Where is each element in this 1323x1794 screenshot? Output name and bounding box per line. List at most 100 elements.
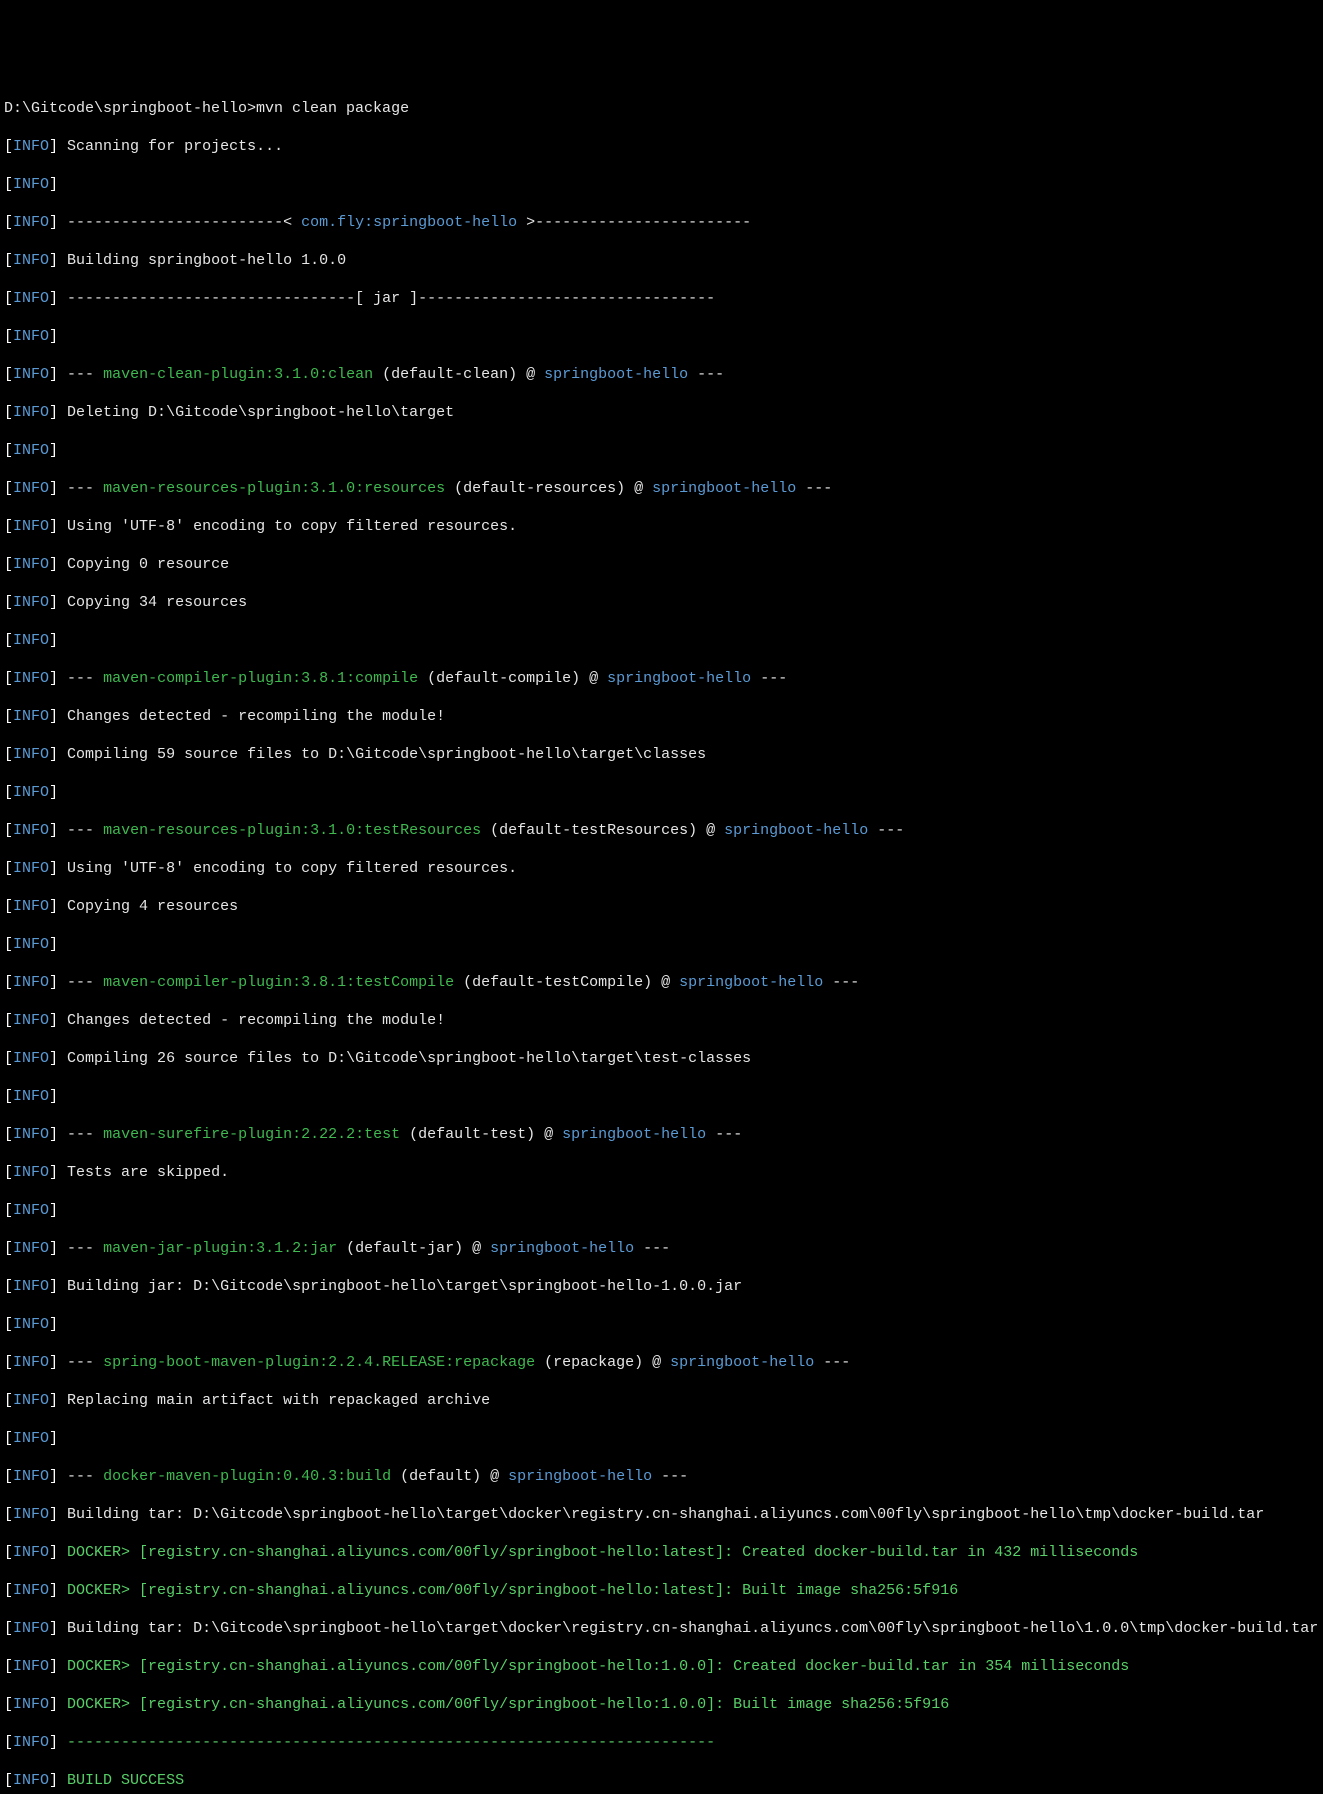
artifact-name: springboot-hello (508, 1468, 652, 1485)
info-tag: INFO (13, 1734, 49, 1751)
log-line: [INFO] DOCKER> [registry.cn-shanghai.ali… (4, 1581, 1319, 1600)
log-line: [INFO] DOCKER> [registry.cn-shanghai.ali… (4, 1657, 1319, 1676)
log-line: [INFO] (4, 327, 1319, 346)
info-tag: INFO (13, 1126, 49, 1143)
build-success: BUILD SUCCESS (67, 1772, 184, 1789)
plugin-name: maven-compiler-plugin:3.8.1:testCompile (103, 974, 454, 991)
info-tag: INFO (13, 480, 49, 497)
prompt-line: D:\Gitcode\springboot-hello>mvn clean pa… (4, 99, 1319, 118)
artifact-name: springboot-hello (679, 974, 823, 991)
log-line: [INFO] --- maven-resources-plugin:3.1.0:… (4, 821, 1319, 840)
plugin-name: maven-resources-plugin:3.1.0:resources (103, 480, 445, 497)
log-line: [INFO] Tests are skipped. (4, 1163, 1319, 1182)
docker-output: DOCKER> [registry.cn-shanghai.aliyuncs.c… (67, 1544, 1138, 1561)
info-tag: INFO (13, 1012, 49, 1029)
log-line: [INFO] Copying 4 resources (4, 897, 1319, 916)
plugin-name: spring-boot-maven-plugin:2.2.4.RELEASE:r… (103, 1354, 535, 1371)
info-tag: INFO (13, 936, 49, 953)
log-line: [INFO] DOCKER> [registry.cn-shanghai.ali… (4, 1695, 1319, 1714)
log-line: [INFO] (4, 783, 1319, 802)
info-tag: INFO (13, 1354, 49, 1371)
log-line: [INFO] Compiling 59 source files to D:\G… (4, 745, 1319, 764)
plugin-name: maven-compiler-plugin:3.8.1:compile (103, 670, 418, 687)
log-line: [INFO] (4, 631, 1319, 650)
log-line: [INFO] Building tar: D:\Gitcode\springbo… (4, 1505, 1319, 1524)
info-tag: INFO (13, 176, 49, 193)
docker-output: DOCKER> [registry.cn-shanghai.aliyuncs.c… (67, 1582, 958, 1599)
log-line: [INFO] Building springboot-hello 1.0.0 (4, 251, 1319, 270)
artifact-name: springboot-hello (724, 822, 868, 839)
artifact-name: springboot-hello (490, 1240, 634, 1257)
info-tag: INFO (13, 138, 49, 155)
log-line: [INFO] --- maven-compiler-plugin:3.8.1:t… (4, 973, 1319, 992)
log-line: [INFO] (4, 935, 1319, 954)
info-tag: INFO (13, 518, 49, 535)
docker-output: DOCKER> [registry.cn-shanghai.aliyuncs.c… (67, 1696, 949, 1713)
log-line: [INFO] Compiling 26 source files to D:\G… (4, 1049, 1319, 1068)
info-tag: INFO (13, 1772, 49, 1789)
info-tag: INFO (13, 784, 49, 801)
info-tag: INFO (13, 708, 49, 725)
log-line: [INFO] Using 'UTF-8' encoding to copy fi… (4, 859, 1319, 878)
log-line: [INFO] --- docker-maven-plugin:0.40.3:bu… (4, 1467, 1319, 1486)
info-tag: INFO (13, 214, 49, 231)
info-tag: INFO (13, 290, 49, 307)
plugin-name: docker-maven-plugin:0.40.3:build (103, 1468, 391, 1485)
log-line: [INFO] (4, 175, 1319, 194)
log-line: [INFO] (4, 1315, 1319, 1334)
info-tag: INFO (13, 1658, 49, 1675)
log-line: [INFO] --- maven-resources-plugin:3.1.0:… (4, 479, 1319, 498)
artifact-name: springboot-hello (652, 480, 796, 497)
info-tag: INFO (13, 404, 49, 421)
info-tag: INFO (13, 442, 49, 459)
info-tag: INFO (13, 670, 49, 687)
info-tag: INFO (13, 1506, 49, 1523)
log-line: [INFO] --- maven-jar-plugin:3.1.2:jar (d… (4, 1239, 1319, 1258)
info-tag: INFO (13, 328, 49, 345)
log-line: [INFO] Building jar: D:\Gitcode\springbo… (4, 1277, 1319, 1296)
plugin-name: maven-jar-plugin:3.1.2:jar (103, 1240, 337, 1257)
info-tag: INFO (13, 822, 49, 839)
info-tag: INFO (13, 860, 49, 877)
info-tag: INFO (13, 746, 49, 763)
log-line: [INFO] --- maven-surefire-plugin:2.22.2:… (4, 1125, 1319, 1144)
info-tag: INFO (13, 1430, 49, 1447)
info-tag: INFO (13, 1544, 49, 1561)
info-tag: INFO (13, 1392, 49, 1409)
plugin-name: maven-clean-plugin:3.1.0:clean (103, 366, 373, 383)
info-tag: INFO (13, 594, 49, 611)
log-line: [INFO] Building tar: D:\Gitcode\springbo… (4, 1619, 1319, 1638)
info-tag: INFO (13, 1278, 49, 1295)
info-tag: INFO (13, 1582, 49, 1599)
artifact-name: springboot-hello (544, 366, 688, 383)
log-line: [INFO] DOCKER> [registry.cn-shanghai.ali… (4, 1543, 1319, 1562)
info-tag: INFO (13, 366, 49, 383)
log-line: [INFO] Changes detected - recompiling th… (4, 1011, 1319, 1030)
info-tag: INFO (13, 556, 49, 573)
log-line: [INFO] (4, 1087, 1319, 1106)
info-tag: INFO (13, 1240, 49, 1257)
artifact-name: springboot-hello (607, 670, 751, 687)
log-line: [INFO] Copying 0 resource (4, 555, 1319, 574)
info-tag: INFO (13, 1050, 49, 1067)
log-line: [INFO] (4, 441, 1319, 460)
log-line: [INFO] Copying 34 resources (4, 593, 1319, 612)
log-line: [INFO] Replacing main artifact with repa… (4, 1391, 1319, 1410)
info-tag: INFO (13, 1202, 49, 1219)
artifact-name: springboot-hello (562, 1126, 706, 1143)
log-line: [INFO] --- maven-clean-plugin:3.1.0:clea… (4, 365, 1319, 384)
artifact-name: springboot-hello (670, 1354, 814, 1371)
plugin-name: maven-resources-plugin:3.1.0:testResourc… (103, 822, 481, 839)
info-tag: INFO (13, 1316, 49, 1333)
log-line: [INFO] (4, 1201, 1319, 1220)
log-line: [INFO] --------------------------------[… (4, 289, 1319, 308)
info-tag: INFO (13, 632, 49, 649)
plugin-name: maven-surefire-plugin:2.22.2:test (103, 1126, 400, 1143)
log-line: [INFO] ------------------------< com.fly… (4, 213, 1319, 232)
log-line: [INFO] Using 'UTF-8' encoding to copy fi… (4, 517, 1319, 536)
info-tag: INFO (13, 1164, 49, 1181)
build-success-line: [INFO] BUILD SUCCESS (4, 1771, 1319, 1790)
info-tag: INFO (13, 252, 49, 269)
log-line: [INFO] (4, 1429, 1319, 1448)
info-tag: INFO (13, 1088, 49, 1105)
